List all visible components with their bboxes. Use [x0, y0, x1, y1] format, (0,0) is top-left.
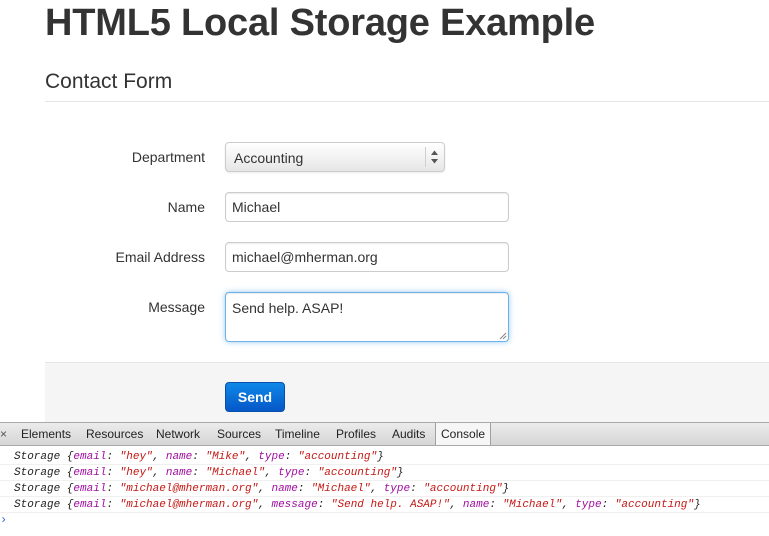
select-divider	[425, 147, 426, 167]
console-token: type	[278, 467, 305, 479]
department-select[interactable]: Accounting	[225, 142, 445, 172]
resize-grip-icon[interactable]	[499, 332, 507, 340]
console-token: message	[271, 499, 318, 511]
console-line-1: Storage {email: "hey", name: "Mike", typ…	[0, 449, 769, 465]
console-token: "accounting"	[614, 499, 694, 511]
console-token: :	[106, 483, 120, 495]
console-token: type	[258, 451, 285, 463]
console-token: email	[73, 467, 107, 479]
department-select-value: Accounting	[234, 150, 304, 166]
name-label: Name	[167, 199, 205, 215]
console-token: name	[462, 499, 490, 511]
console-token: Storage {	[14, 499, 74, 511]
tab-audits[interactable]: Audits	[387, 423, 430, 445]
console-token: email	[73, 499, 107, 511]
console-token: "michael@mherman.org"	[119, 499, 259, 511]
message-label: Message	[148, 299, 205, 315]
console-token: name	[165, 451, 193, 463]
console-token: Storage {	[14, 467, 74, 479]
console-token: "hey"	[119, 451, 153, 463]
console-token: "Send help. ASAP!"	[330, 499, 450, 511]
form-legend: Contact Form	[45, 70, 173, 93]
console-token: type	[383, 483, 411, 495]
tab-console[interactable]: Console	[435, 423, 492, 445]
console-token: type	[575, 499, 602, 511]
console-token: "accounting"	[317, 467, 397, 479]
name-input[interactable]	[225, 192, 509, 222]
console-token: :	[317, 499, 331, 511]
tab-sources[interactable]: Sources	[212, 423, 266, 445]
console-token: :	[489, 499, 503, 511]
console-token: "Mike"	[205, 451, 246, 463]
console-token: ,	[152, 467, 166, 479]
console-token: Storage {	[14, 483, 74, 495]
console-token: :	[106, 451, 120, 463]
tab-network[interactable]: Network	[151, 423, 205, 445]
console-token: :	[192, 467, 206, 479]
console-line-2: Storage {email: "hey", name: "Michael", …	[0, 465, 769, 481]
console-token: "Michael"	[205, 467, 265, 479]
message-textarea[interactable]: Send help. ASAP!	[225, 292, 509, 342]
console-token: "accounting"	[423, 483, 503, 495]
legend-divider	[45, 101, 769, 102]
console-token: ,	[258, 499, 272, 511]
console-token: ,	[449, 499, 463, 511]
console-token: :	[192, 451, 206, 463]
console-token: :	[297, 483, 312, 495]
console-token: :	[601, 499, 615, 511]
console-token: }	[377, 451, 384, 463]
console-token: ,	[561, 499, 576, 511]
console-token: ,	[258, 483, 272, 495]
console-token: Storage {	[14, 451, 74, 463]
tab-elements[interactable]: Elements	[16, 423, 76, 445]
department-label: Department	[131, 149, 205, 165]
devtools-panel: × Elements Resources Network Sources Tim…	[0, 422, 769, 536]
page-title: HTML5 Local Storage Example	[45, 2, 595, 44]
console-token: :	[304, 467, 318, 479]
console-token: ,	[264, 467, 279, 479]
console-token: name	[165, 467, 193, 479]
console-token: ,	[370, 483, 384, 495]
console-token: email	[73, 451, 107, 463]
send-button[interactable]: Send	[225, 382, 285, 412]
email-label: Email Address	[115, 249, 205, 265]
console-token: name	[271, 483, 298, 495]
console-token: "accounting"	[297, 451, 378, 463]
console-token: "Michael"	[502, 499, 562, 511]
tab-timeline[interactable]: Timeline	[270, 423, 325, 445]
console-token: :	[284, 451, 298, 463]
console-token: email	[73, 483, 107, 495]
console-token: :	[410, 483, 424, 495]
console-token: }	[396, 467, 404, 479]
console-token: ,	[245, 451, 259, 463]
select-arrows-icon	[431, 150, 438, 164]
console-token: "hey"	[119, 467, 153, 479]
console-token: "michael@mherman.org"	[119, 483, 259, 495]
console-token: }	[693, 499, 701, 511]
tab-profiles[interactable]: Profiles	[331, 423, 381, 445]
email-input[interactable]	[225, 242, 509, 272]
console-token: ,	[152, 451, 166, 463]
devtools-toolbar: × Elements Resources Network Sources Tim…	[0, 422, 769, 446]
console-token: "Michael"	[311, 483, 371, 495]
console-token: :	[106, 499, 120, 511]
console-prompt-icon[interactable]: ›	[0, 513, 7, 527]
close-devtools-icon[interactable]: ×	[0, 427, 7, 441]
form-actions	[45, 362, 769, 422]
console-token: :	[106, 467, 120, 479]
console-line-3: Storage {email: "michael@mherman.org", n…	[0, 481, 769, 497]
tab-resources[interactable]: Resources	[81, 423, 148, 445]
console-line-4: Storage {email: "michael@mherman.org", m…	[0, 497, 769, 513]
console-token: }	[502, 483, 510, 495]
